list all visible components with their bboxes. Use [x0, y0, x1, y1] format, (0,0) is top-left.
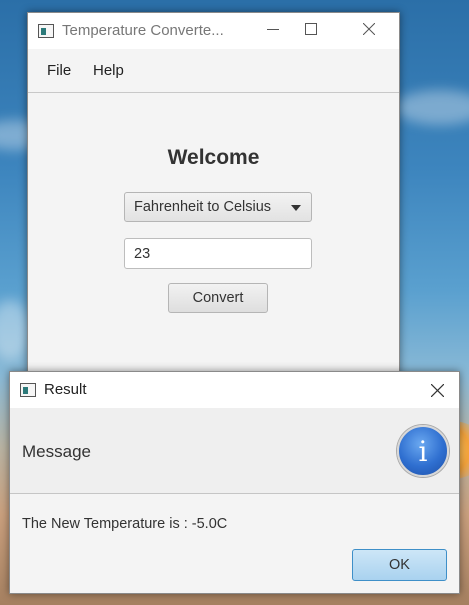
- convert-button[interactable]: Convert: [168, 283, 268, 313]
- dialog-titlebar[interactable]: Result: [10, 372, 459, 408]
- close-icon: [363, 23, 375, 35]
- app-icon: [38, 24, 54, 38]
- temperature-input[interactable]: [124, 238, 312, 269]
- minimize-icon: [267, 29, 279, 30]
- chevron-down-icon: [291, 205, 301, 211]
- conversion-type-select[interactable]: Fahrenheit to Celsius: [124, 192, 312, 222]
- main-window-title: Temperature Converte...: [62, 22, 224, 39]
- dialog-header: Message i: [10, 408, 459, 494]
- conversion-type-value: Fahrenheit to Celsius: [134, 199, 272, 215]
- ok-button[interactable]: OK: [352, 549, 447, 581]
- menu-bar: File Help: [28, 49, 399, 93]
- desktop-cloud: [395, 90, 469, 125]
- maximize-icon: [305, 23, 317, 35]
- maximize-button[interactable]: [288, 13, 334, 45]
- dialog-content-text: The New Temperature is : -5.0C: [22, 516, 228, 532]
- desktop-cloud: [0, 300, 30, 360]
- result-dialog: Result Message i The New Temperature is …: [9, 371, 460, 594]
- main-window: Temperature Converte... File Help Welcom…: [27, 12, 400, 412]
- dialog-header-text: Message: [22, 442, 91, 461]
- info-icon: i: [397, 425, 449, 477]
- dialog-title: Result: [44, 381, 87, 398]
- dialog-app-icon: [20, 383, 36, 397]
- close-icon: [430, 383, 444, 397]
- main-titlebar[interactable]: Temperature Converte...: [28, 13, 399, 49]
- dialog-close-button[interactable]: [414, 374, 460, 406]
- menu-help[interactable]: Help: [93, 62, 124, 79]
- welcome-heading: Welcome: [167, 146, 260, 169]
- close-button[interactable]: [346, 13, 392, 45]
- menu-file[interactable]: File: [47, 62, 71, 79]
